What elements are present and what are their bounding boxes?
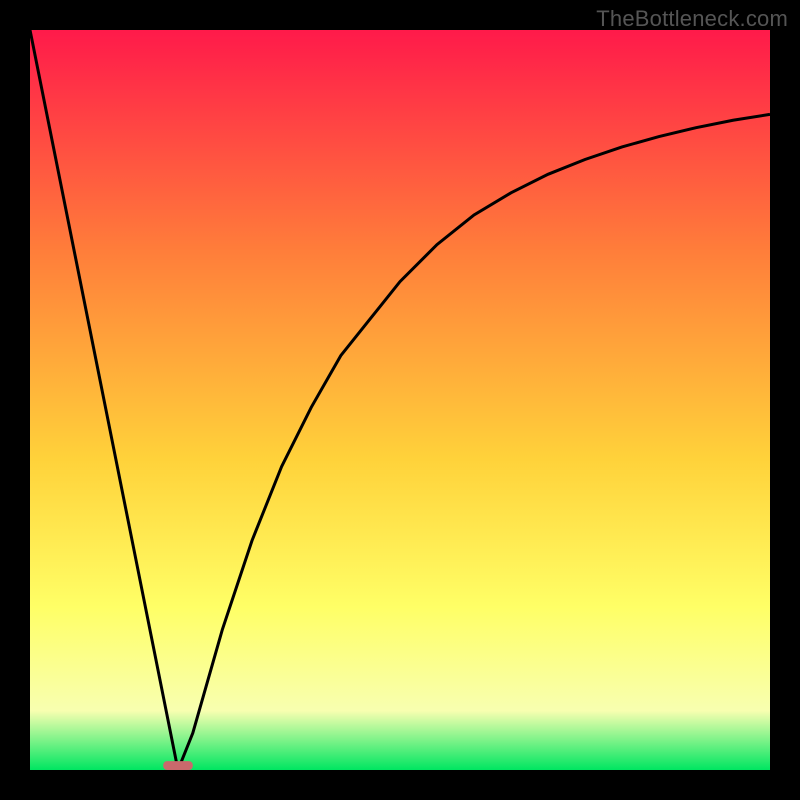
min-marker	[163, 761, 193, 770]
plot-area	[30, 30, 770, 770]
attribution-text: TheBottleneck.com	[596, 6, 788, 32]
chart-svg	[30, 30, 770, 770]
gradient-rect	[30, 30, 770, 770]
chart-frame: TheBottleneck.com	[0, 0, 800, 800]
